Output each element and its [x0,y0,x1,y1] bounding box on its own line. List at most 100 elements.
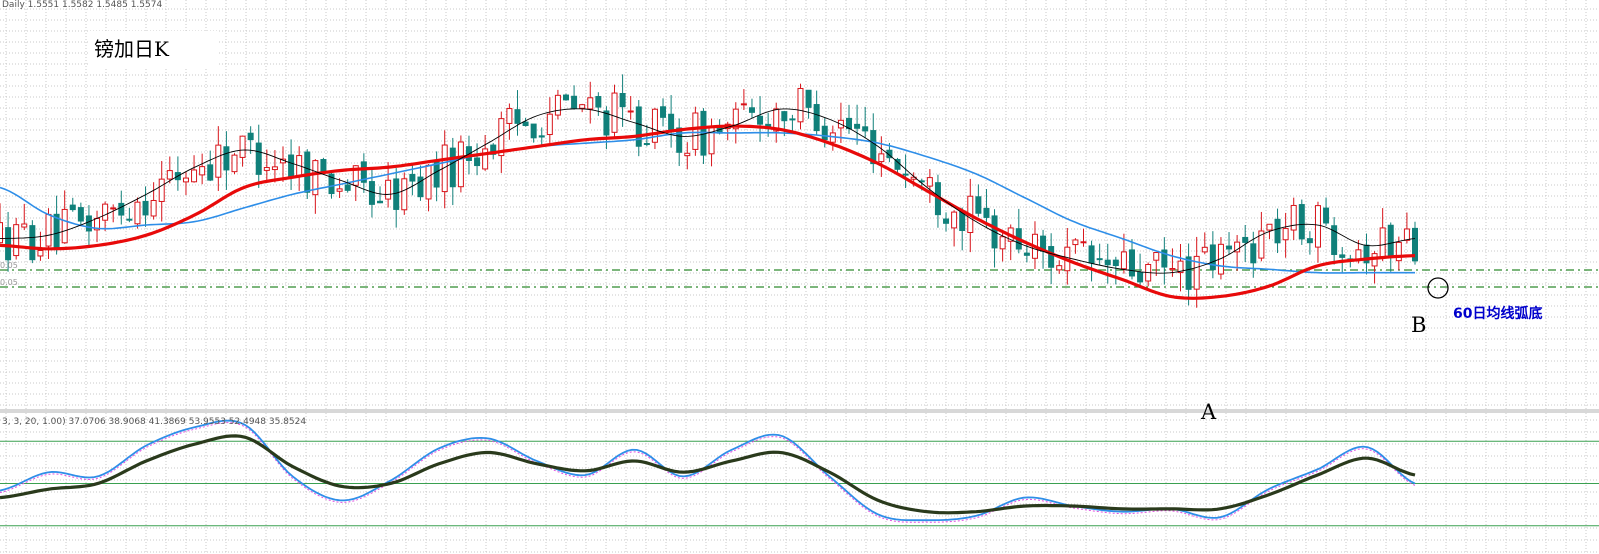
candle [692,106,699,156]
candle [441,130,448,209]
candle-body [1242,236,1249,243]
candle-body [1153,252,1160,261]
hline-label-1: 0.05 [0,261,18,270]
candle-body [166,170,173,180]
candle [344,179,351,193]
candle [401,172,408,215]
candle-body [797,87,804,123]
candle [1331,217,1338,265]
candle [700,108,707,164]
candle-body [635,106,642,147]
oscillator-header: 3, 3, 20, 1.00) 37.0706 38.9068 41.3869 … [2,417,307,427]
candle [1371,251,1378,284]
candle-body [126,218,133,221]
candle [158,161,165,222]
osc-main-line [0,419,1416,522]
candle-body [579,104,586,109]
candle-body [983,207,990,218]
candle-body [538,135,545,138]
candle [943,212,950,232]
candle-body [1072,239,1079,246]
candle [506,103,513,140]
candle [773,102,780,143]
candle-body [288,154,295,177]
candle [255,124,262,188]
candle-body [595,96,602,108]
candle-body [1226,245,1233,250]
candle [1048,233,1055,285]
candle [393,168,400,228]
candle-body [5,227,12,261]
candle-body [1403,228,1410,241]
candle-body [1169,268,1176,271]
candle-body [199,166,206,176]
candle [312,159,319,214]
candle [280,146,286,182]
candle-body [21,223,28,228]
candle-body [263,167,270,171]
candle [102,201,109,232]
candle [1007,224,1014,261]
candle-body [603,110,610,136]
candle [207,150,214,182]
candle [789,114,796,132]
candle-body [1201,246,1208,253]
candle [651,107,658,150]
candle-body [1282,228,1289,241]
candle-body [409,173,416,182]
candle-body [1137,271,1144,283]
point-b-label: B [1411,313,1427,337]
candle-body [554,94,561,116]
candle [595,92,602,116]
candle [1056,260,1063,274]
candle-body [215,144,222,178]
candle [296,146,303,191]
candle [926,169,933,203]
candle-body [320,159,327,173]
oscillator-levels [0,440,1599,527]
candle [579,103,586,113]
candle [829,125,836,151]
candle-body [29,225,36,261]
candle-body [425,164,432,200]
candle-body [1387,224,1394,258]
candle-body [377,200,384,204]
candle [150,182,157,220]
ma60-annotation: 60日均线弧底 [1453,306,1543,322]
candle [748,98,755,119]
candle-body [1056,265,1063,271]
candle-body [563,94,569,101]
point-a-label: A [1201,400,1217,424]
candle [797,83,804,130]
candle-body [506,108,513,124]
candle-body [821,125,828,141]
candle [1403,212,1410,244]
candle-body [385,179,392,200]
candle [174,156,181,191]
candle-body [1088,245,1095,264]
candle-body [643,143,650,146]
candle-body [805,89,812,108]
candle [951,210,958,247]
candle [1185,243,1192,306]
candle-body [1096,258,1103,261]
candle-body [1209,244,1216,271]
candle-body [457,141,464,188]
candle [77,202,84,225]
osc-main-shadow [0,422,1416,523]
candle [134,197,141,229]
candle [1153,252,1160,276]
candle [757,96,764,142]
candle-body [781,111,788,122]
candle-body [61,208,68,244]
candle [0,203,3,244]
candle [676,118,683,167]
candle [1209,231,1216,279]
candle-body [1129,249,1135,277]
candle [563,93,569,101]
chart-grid [0,0,1599,554]
candle-body [740,103,747,106]
candle-body [344,184,351,191]
candle [1088,240,1095,282]
candle [1080,228,1087,247]
